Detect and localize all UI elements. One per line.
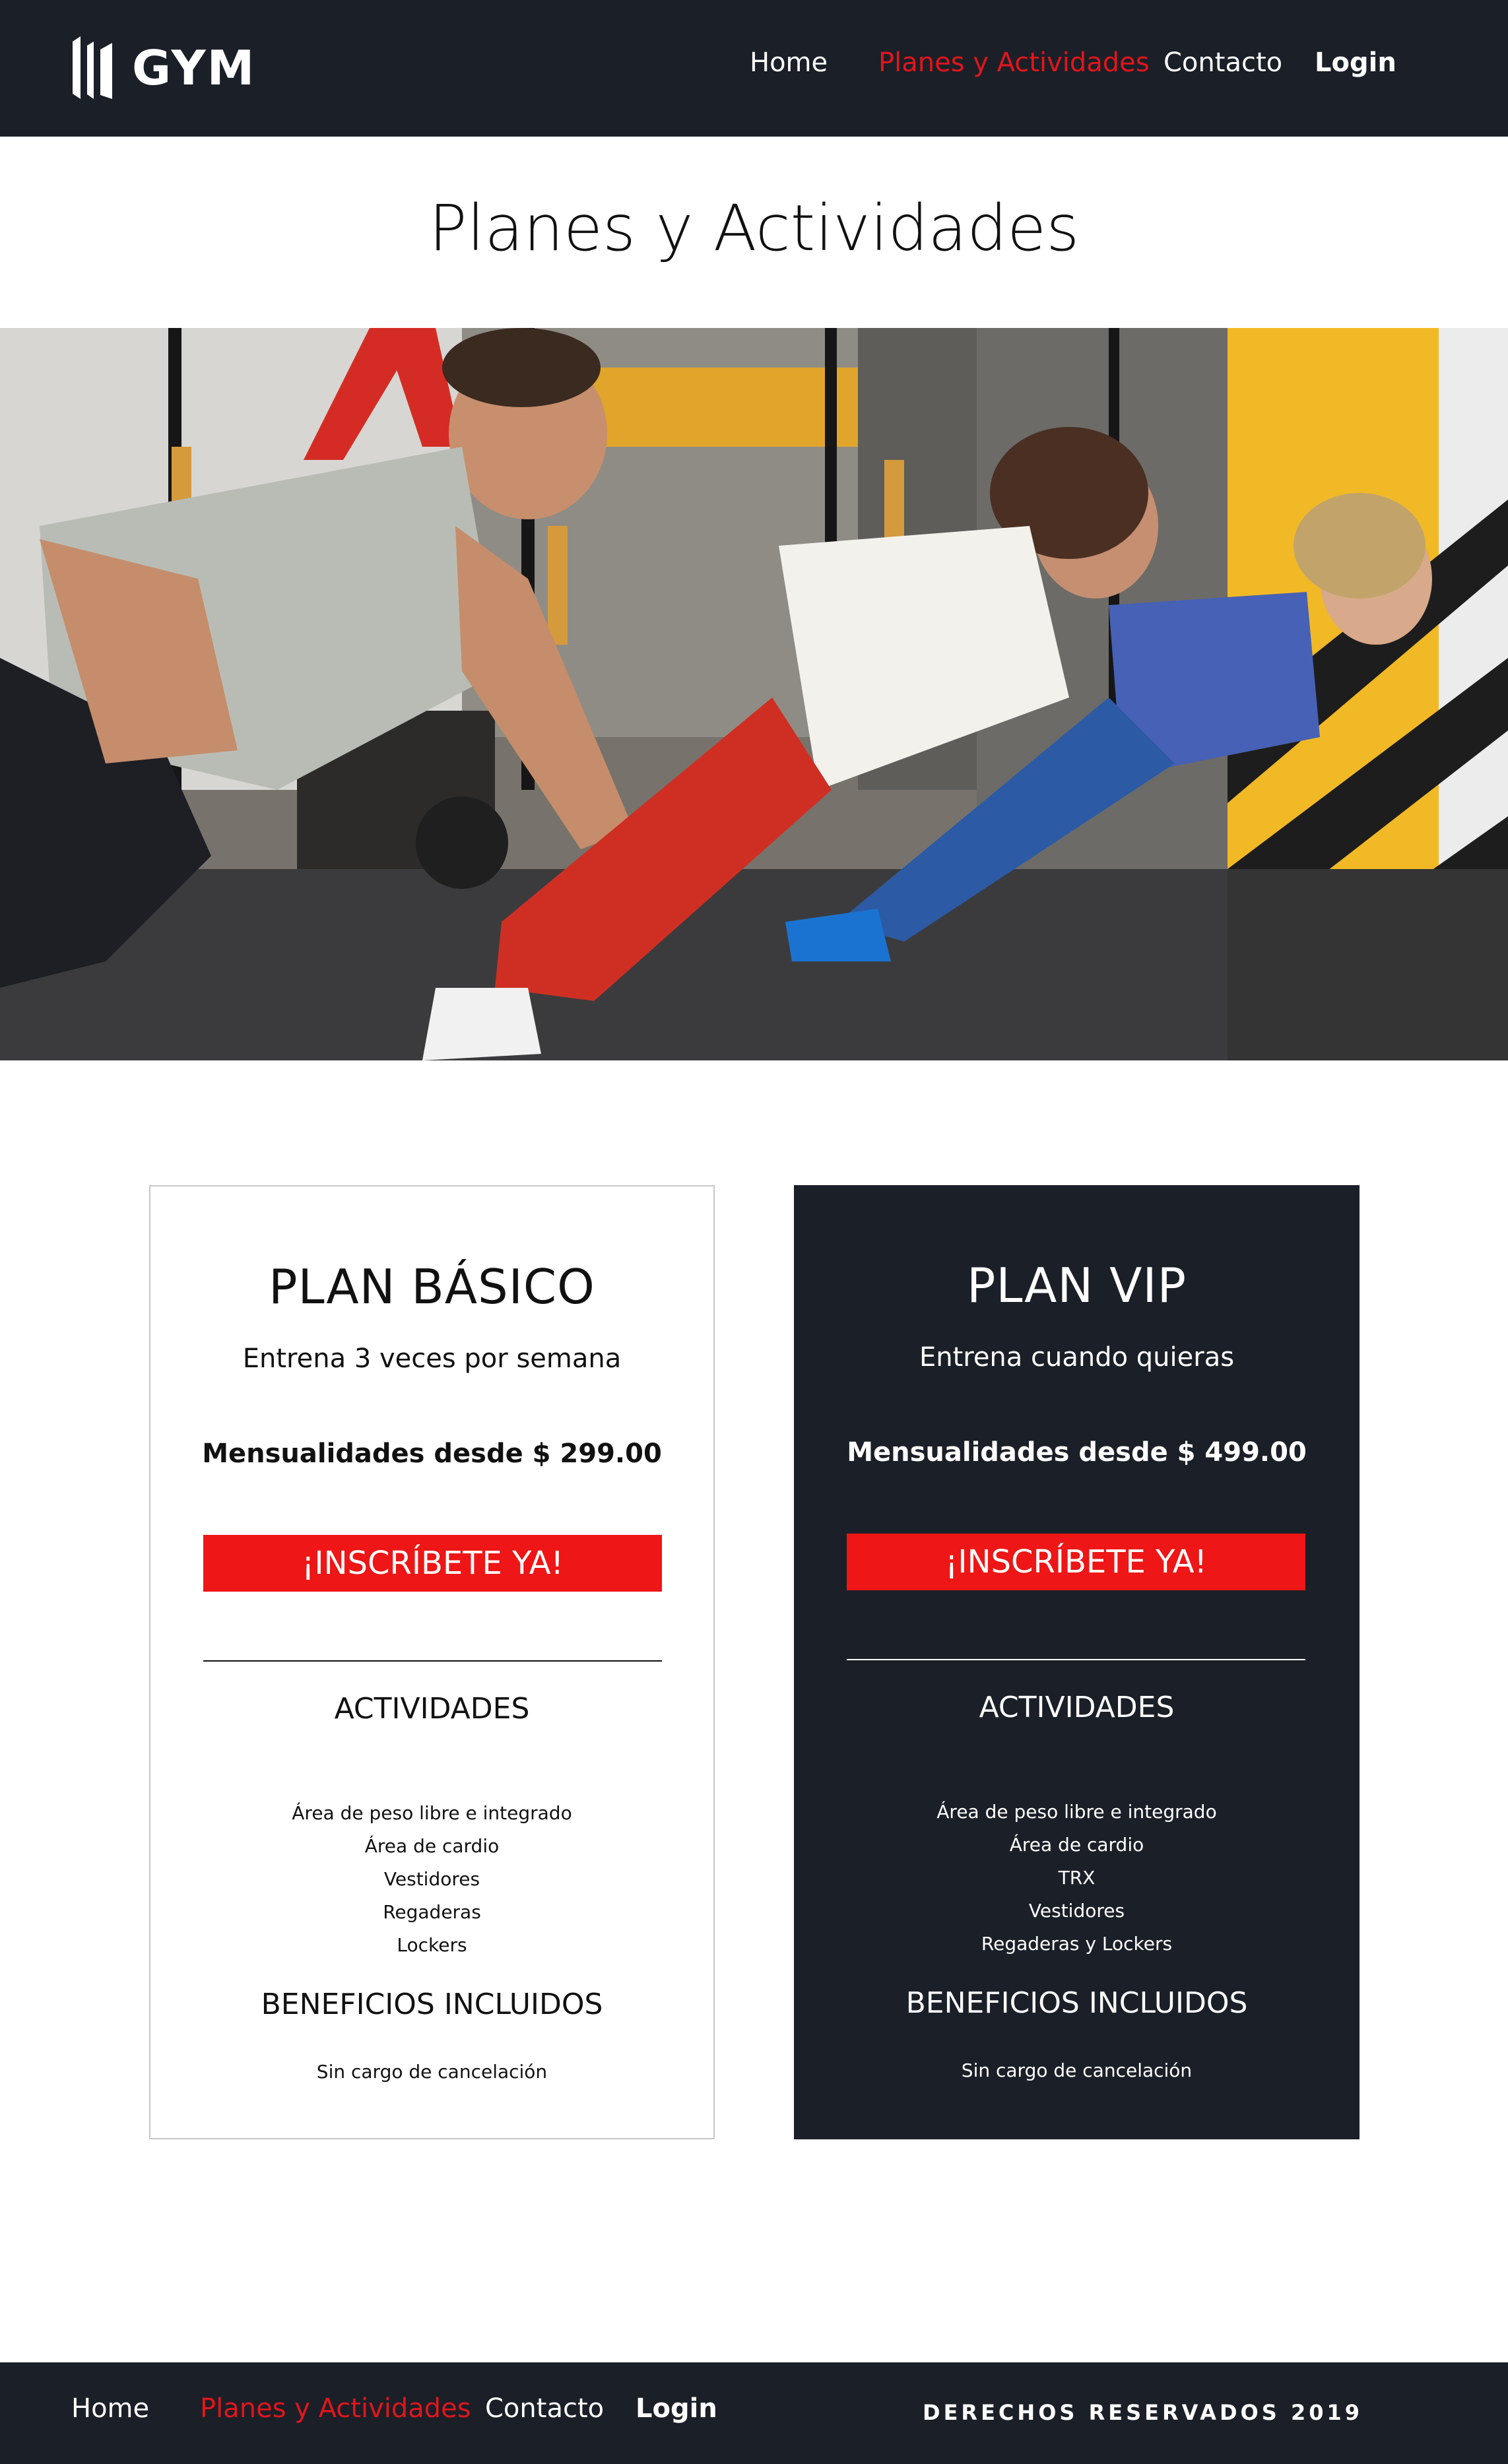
activity-item: TRX — [1058, 1867, 1096, 1889]
logo-link[interactable]: GYM — [73, 36, 255, 99]
benefits-title: BENEFICIOS INCLUIDOS — [261, 1988, 603, 2021]
activity-item: Vestidores — [383, 1868, 480, 1890]
footer-nav-planes-actividades[interactable]: Planes y Actividades — [200, 2393, 471, 2433]
nav-home[interactable]: Home — [750, 48, 828, 87]
plan-subtitle: Entrena 3 veces por semana — [242, 1344, 622, 1374]
hero-image — [0, 328, 1508, 1060]
activities-list: Área de peso libre e integrado Área de c… — [794, 1796, 1360, 1961]
activity-item: Área de cardio — [364, 1835, 500, 1857]
activity-item: Regaderas y Lockers — [981, 1933, 1173, 1955]
plan-title: PLAN BÁSICO — [269, 1259, 595, 1314]
divider — [847, 1659, 1305, 1660]
activities-title: ACTIVIDADES — [334, 1692, 530, 1726]
logo-text: GYM — [132, 40, 256, 96]
divider — [203, 1660, 662, 1662]
activity-item: Área de peso libre e integrado — [936, 1801, 1217, 1823]
footer-nav-login[interactable]: Login — [636, 2393, 717, 2433]
plan-price: Mensualidades desde $ 299.00 — [202, 1439, 662, 1469]
gym-logo-icon — [73, 36, 112, 99]
activity-item: Lockers — [397, 1934, 467, 1956]
activity-item: Regaderas — [383, 1901, 481, 1923]
site-footer: Home Planes y Actividades Contacto Login… — [0, 2362, 1508, 2464]
footer-nav-contacto[interactable]: Contacto — [485, 2393, 604, 2433]
activities-list: Área de peso libre e integrado Área de c… — [150, 1797, 713, 1962]
activity-item: Área de cardio — [1009, 1834, 1144, 1856]
plan-basico-card: PLAN BÁSICO Entrena 3 veces por semana M… — [149, 1185, 715, 2139]
footer-nav-home[interactable]: Home — [71, 2393, 149, 2433]
copyright-text: DERECHOS RESERVADOS 2019 — [923, 2400, 1363, 2425]
nav-planes-actividades[interactable]: Planes y Actividades — [878, 48, 1150, 87]
page-title: Planes y Actividades — [428, 191, 1080, 265]
nav-contacto[interactable]: Contacto — [1164, 48, 1282, 87]
plan-vip-card: PLAN VIP Entrena cuando quieras Mensuali… — [794, 1185, 1360, 2139]
nav-login[interactable]: Login — [1315, 48, 1396, 87]
benefit-item: Sin cargo de cancelación — [961, 2059, 1193, 2081]
plan-subtitle: Entrena cuando quieras — [919, 1342, 1235, 1373]
inscribete-button[interactable]: ¡INSCRÍBETE YA! — [847, 1534, 1305, 1590]
benefits-title: BENEFICIOS INCLUIDOS — [905, 1986, 1248, 2020]
plan-price: Mensualidades desde $ 499.00 — [847, 1437, 1307, 1468]
benefit-item: Sin cargo de cancelación — [316, 2061, 548, 2083]
activity-item: Vestidores — [1028, 1900, 1125, 1922]
site-header: GYM Home Planes y Actividades Contacto L… — [0, 0, 1508, 137]
activity-item: Área de peso libre e integrado — [292, 1802, 572, 1824]
activities-title: ACTIVIDADES — [979, 1691, 1175, 1724]
inscribete-button[interactable]: ¡INSCRÍBETE YA! — [203, 1535, 662, 1592]
plan-title: PLAN VIP — [966, 1258, 1187, 1313]
